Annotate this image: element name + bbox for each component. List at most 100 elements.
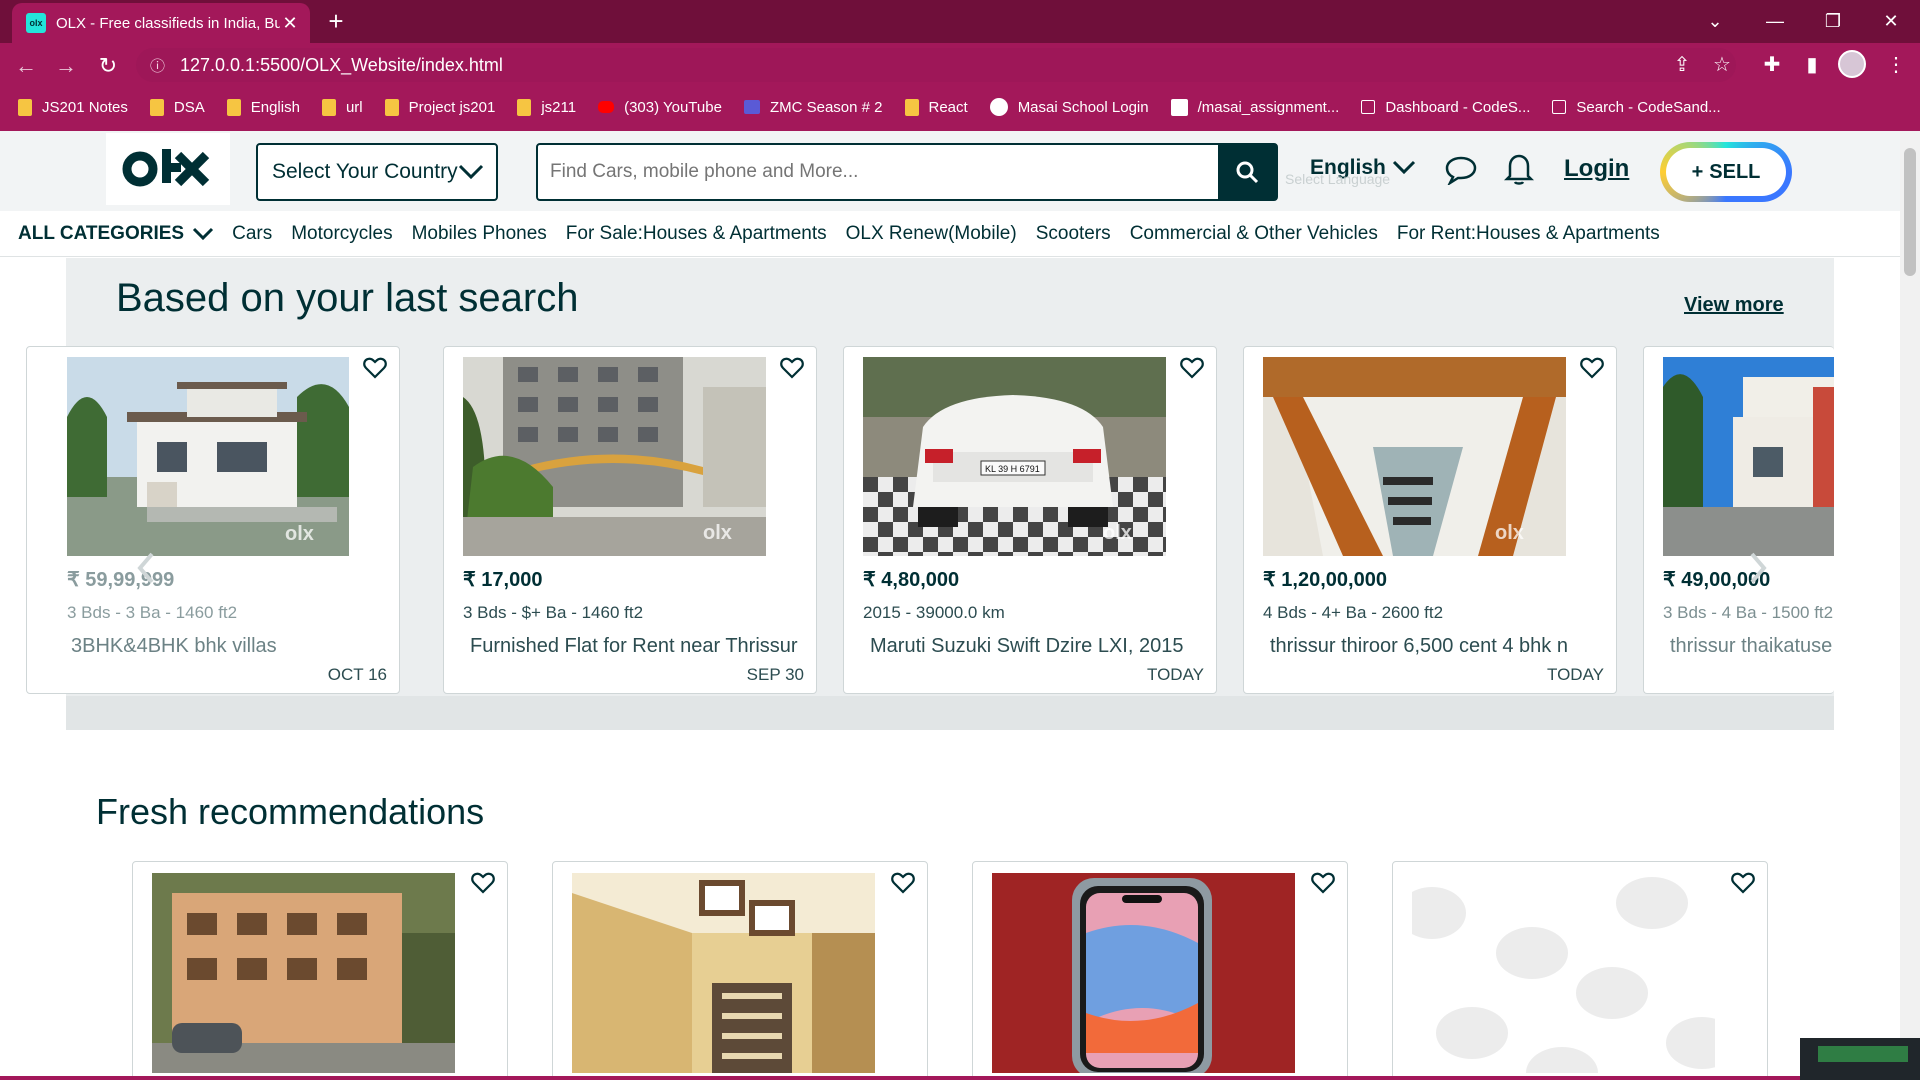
youtube-icon xyxy=(598,101,615,113)
fresh-card[interactable] xyxy=(1392,861,1768,1080)
listing-card[interactable]: olx ₹ 17,000 3 Bds - $+ Ba - 1460 ft2 Fu… xyxy=(443,346,817,694)
category-scooters[interactable]: Scooters xyxy=(1036,223,1111,245)
favorite-heart-icon[interactable] xyxy=(363,357,387,379)
carousel-next-icon[interactable] xyxy=(1746,550,1770,586)
category-commercial-vehicles[interactable]: Commercial & Other Vehicles xyxy=(1130,223,1378,245)
olx-logo[interactable] xyxy=(106,133,230,205)
google-translate-select[interactable]: Select Language xyxy=(1285,171,1430,193)
favorite-heart-icon[interactable] xyxy=(1180,357,1204,379)
back-icon[interactable]: ← xyxy=(10,50,42,82)
listing-card[interactable]: olx ₹ 1,20,00,000 4 Bds - 4+ Ba - 2600 f… xyxy=(1243,346,1617,694)
url-text: 127.0.0.1:5500/OLX_Website/index.html xyxy=(180,54,503,75)
svg-text:KL 39 H 6791: KL 39 H 6791 xyxy=(985,464,1040,474)
country-select[interactable]: Select Your Country xyxy=(256,143,498,201)
wikipedia-icon xyxy=(1170,98,1188,116)
reload-icon[interactable]: ↻ xyxy=(92,50,124,82)
scrollbar-thumb[interactable] xyxy=(1904,148,1916,276)
bookmark-label: English xyxy=(250,98,300,116)
bookmark-item[interactable]: DSA xyxy=(149,98,205,116)
sell-label: SELL xyxy=(1709,160,1761,183)
bookmark-label: DSA xyxy=(173,98,205,116)
category-for-sale-houses[interactable]: For Sale:Houses & Apartments xyxy=(566,223,827,245)
bookmark-item[interactable]: Dashboard - CodeS... xyxy=(1361,99,1530,116)
chevron-down-icon xyxy=(458,164,484,180)
listing-card[interactable]: olx ₹ 59,99,999 3 Bds - 3 Ba - 1460 ft2 … xyxy=(26,346,400,694)
bookmark-item[interactable]: JS201 Notes xyxy=(18,98,128,116)
masai-icon xyxy=(989,98,1008,116)
tab-close-icon[interactable]: ✕ xyxy=(280,13,300,34)
view-more-link[interactable]: View more xyxy=(1684,294,1784,317)
tab-title: OLX - Free classifieds in India, Bu xyxy=(56,14,280,32)
plus-icon: + xyxy=(1691,160,1704,183)
category-mobile-phones[interactable]: Mobiles Phones xyxy=(412,223,547,245)
listing-spec: 4 Bds - 4+ Ba - 2600 ft2 xyxy=(1263,603,1444,622)
fresh-card[interactable] xyxy=(552,861,928,1080)
bookmark-item[interactable]: Search - CodeSand... xyxy=(1552,98,1721,116)
side-panel-icon[interactable]: ▮ xyxy=(1798,51,1826,79)
bookmark-label: ZMC Season # 2 xyxy=(769,98,883,116)
bookmark-item[interactable]: (303) YouTube xyxy=(598,99,722,116)
listing-card[interactable]: ₹ 49,00,000 3 Bds - 4 Ba - 1500 ft2 thri… xyxy=(1643,346,1834,694)
listing-image xyxy=(572,873,875,1073)
category-motorcycles[interactable]: Motorcycles xyxy=(291,223,392,245)
bookmark-item[interactable]: /masai_assignment... xyxy=(1170,98,1340,116)
search-button[interactable] xyxy=(1218,145,1276,199)
browser-menu-icon[interactable]: ⋮ xyxy=(1882,51,1910,79)
bookmark-item[interactable]: ZMC Season # 2 xyxy=(743,98,883,116)
bookmarks-bar: JS201 Notes DSA English url Project js201 js2… xyxy=(0,92,1920,122)
carousel-prev-icon[interactable] xyxy=(134,550,158,586)
bookmark-star-icon[interactable]: ☆ xyxy=(1708,51,1736,79)
listing-image: olx xyxy=(67,357,349,556)
favorite-heart-icon[interactable] xyxy=(1311,872,1335,894)
favorite-heart-icon[interactable] xyxy=(471,872,495,894)
tab-search-icon[interactable]: ⌄ xyxy=(1700,6,1730,36)
favorite-heart-icon[interactable] xyxy=(891,872,915,894)
bookmark-item[interactable]: Project js201 xyxy=(384,98,495,116)
search-input[interactable] xyxy=(538,145,1218,199)
close-window-icon[interactable]: ✕ xyxy=(1876,6,1906,36)
bookmark-item[interactable]: English xyxy=(226,98,300,116)
login-link[interactable]: Login xyxy=(1564,155,1629,183)
carousel-scroll-strip xyxy=(66,696,1834,730)
bookmark-item[interactable]: url xyxy=(321,98,363,116)
folder-icon xyxy=(384,98,399,116)
listing-spec: 3 Bds - 4 Ba - 1500 ft2 xyxy=(1663,603,1834,622)
listing-date: TODAY xyxy=(1547,665,1604,684)
all-categories-dropdown[interactable]: ALL CATEGORIES xyxy=(18,223,214,245)
category-olx-renew[interactable]: OLX Renew(Mobile) xyxy=(846,223,1017,245)
chat-icon[interactable] xyxy=(1442,151,1480,189)
bookmark-label: Search - CodeSand... xyxy=(1576,98,1721,116)
share-icon[interactable]: ⇪ xyxy=(1668,51,1696,79)
sell-button[interactable]: + SELL xyxy=(1660,142,1792,202)
page-icon xyxy=(1552,100,1567,114)
new-tab-button[interactable]: + xyxy=(322,8,350,36)
category-for-rent-houses[interactable]: For Rent:Houses & Apartments xyxy=(1397,223,1660,245)
favorite-heart-icon[interactable] xyxy=(780,357,804,379)
favorite-heart-icon[interactable] xyxy=(1731,872,1755,894)
restore-icon[interactable]: ❐ xyxy=(1818,6,1848,36)
browser-tab[interactable]: olx OLX - Free classifieds in India, Bu … xyxy=(12,3,310,43)
section-heading: Based on your last search xyxy=(116,276,579,320)
fresh-card[interactable] xyxy=(132,861,508,1080)
bookmark-label: url xyxy=(345,98,363,116)
minimize-icon[interactable]: — xyxy=(1760,6,1790,36)
bookmark-item[interactable]: React xyxy=(904,98,968,116)
svg-text:olx: olx xyxy=(1103,522,1132,544)
notification-bell-icon[interactable] xyxy=(1500,149,1538,189)
profile-avatar[interactable] xyxy=(1838,50,1866,78)
svg-text:olx: olx xyxy=(285,523,314,545)
bookmark-label: /masai_assignment... xyxy=(1197,98,1340,116)
bookmark-item[interactable]: Masai School Login xyxy=(989,98,1149,116)
folder-icon xyxy=(904,98,919,116)
category-cars[interactable]: Cars xyxy=(232,223,272,245)
listing-card[interactable]: KL 39 H 6791 olx ₹ 4,80,000 2015 - 39000… xyxy=(843,346,1217,694)
fresh-card[interactable] xyxy=(972,861,1348,1080)
bookmark-item[interactable]: js211 xyxy=(517,98,576,116)
extensions-icon[interactable]: ✚ xyxy=(1758,51,1786,79)
favorite-heart-icon[interactable] xyxy=(1580,357,1604,379)
bookmark-label: JS201 Notes xyxy=(42,98,128,116)
address-bar[interactable]: ⓘ 127.0.0.1:5500/OLX_Website/index.html xyxy=(136,48,1736,82)
forward-icon[interactable]: → xyxy=(50,50,82,82)
site-info-icon[interactable]: ⓘ xyxy=(150,55,168,76)
zmc-icon xyxy=(743,100,760,114)
